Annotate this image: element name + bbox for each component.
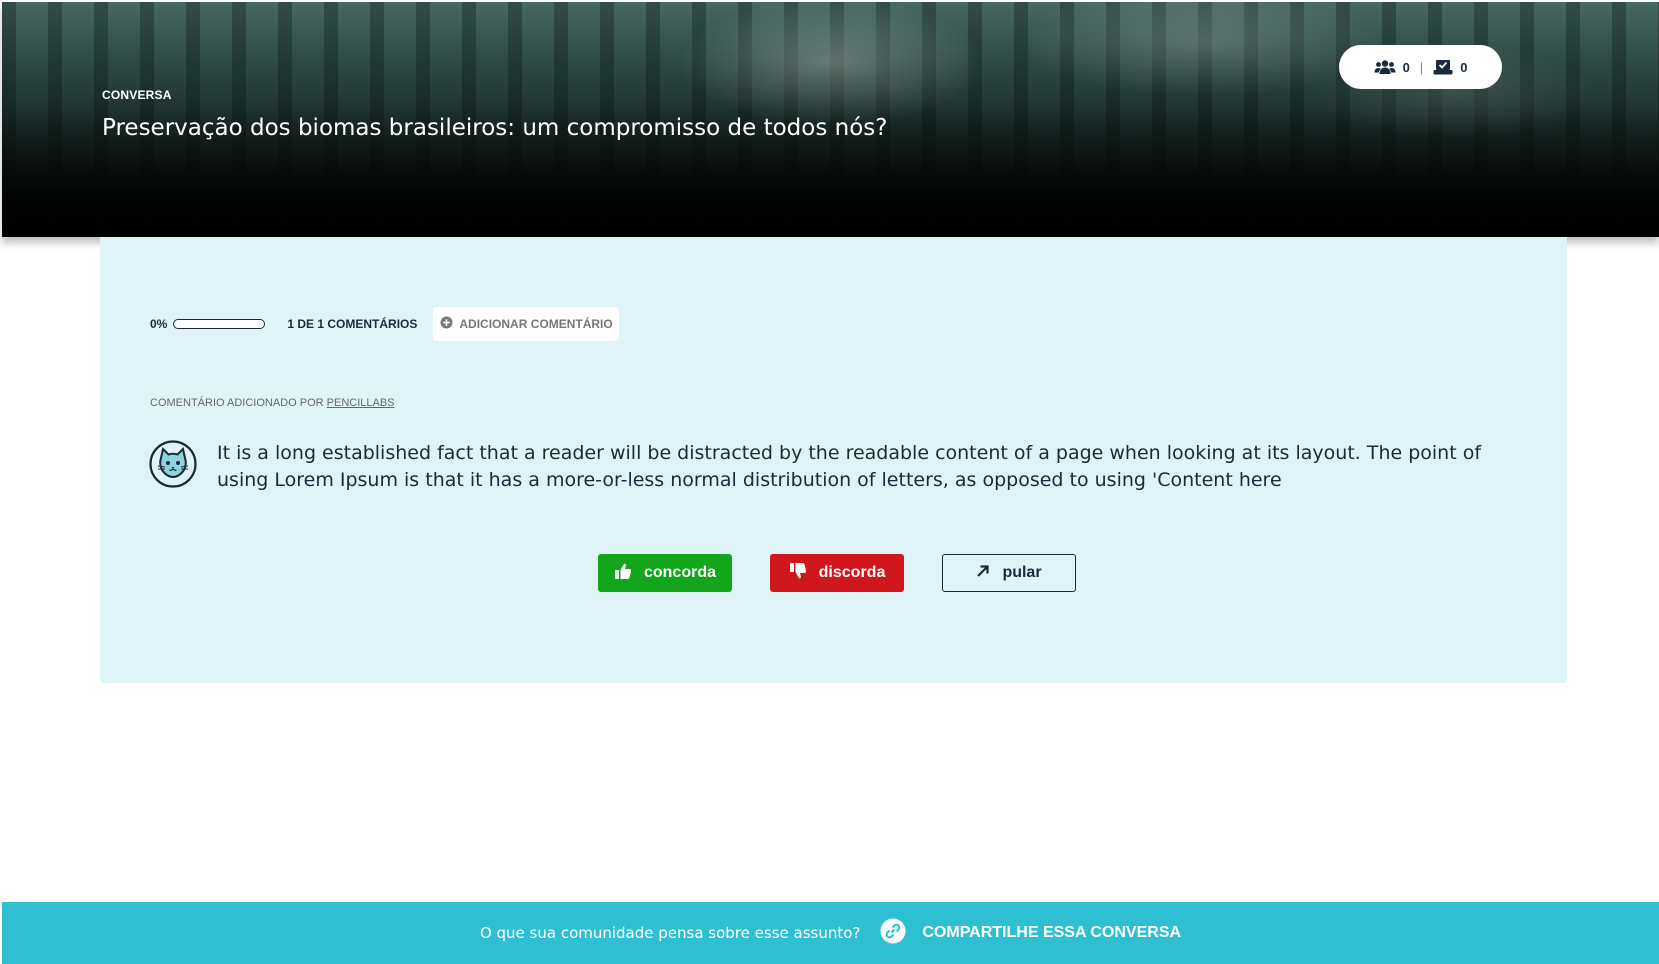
- share-footer: O que sua comunidade pensa sobre esse as…: [2, 902, 1659, 964]
- plus-circle-icon: [440, 316, 453, 332]
- participants-count: 0: [1402, 59, 1410, 75]
- author-prefix: COMENTÁRIO ADICIONADO POR: [150, 397, 324, 409]
- footer-question: O que sua comunidade pensa sobre esse as…: [479, 924, 861, 942]
- progress-percent: 0%: [150, 317, 168, 331]
- agree-button[interactable]: concorda: [598, 554, 732, 592]
- comment-count: 1 DE 1 COMENTÁRIOS: [287, 317, 418, 331]
- section-label: CONVERSA: [102, 88, 172, 102]
- progress-bar: [173, 319, 266, 329]
- comment-text: It is a long established fact that a rea…: [217, 442, 1482, 491]
- stats-pill: 0 | 0: [1339, 45, 1502, 89]
- conversation-header: CONVERSA Preservação dos biomas brasilei…: [2, 2, 1659, 237]
- progress-row: 0% 1 DE 1 COMENTÁRIOS ADICIONAR COMENTÁR…: [150, 307, 619, 341]
- vote-inbox-icon: [1433, 59, 1453, 75]
- stats-separator: |: [1419, 59, 1424, 75]
- thumbs-up-icon: [614, 562, 632, 585]
- votes-count: 0: [1460, 59, 1468, 75]
- arrow-up-right-icon: [976, 564, 990, 583]
- users-icon: [1374, 59, 1396, 75]
- add-comment-button[interactable]: ADICIONAR COMENTÁRIO: [433, 307, 619, 341]
- share-conversation-link[interactable]: COMPARTILHE ESSA CONVERSA: [880, 918, 1181, 948]
- skip-label: pular: [1002, 564, 1042, 581]
- participants-stat: 0: [1374, 59, 1410, 75]
- comment-author-line: COMENTÁRIO ADICIONADO POR PENCILLABS: [150, 397, 395, 409]
- cat-avatar-icon: [149, 440, 197, 488]
- comment-card: 0% 1 DE 1 COMENTÁRIOS ADICIONAR COMENTÁR…: [100, 237, 1567, 683]
- link-icon: [880, 918, 906, 948]
- agree-label: concorda: [643, 564, 716, 581]
- votes-stat: 0: [1433, 59, 1467, 75]
- disagree-label: discorda: [818, 564, 886, 581]
- skip-button[interactable]: pular: [942, 554, 1076, 592]
- author-link[interactable]: PENCILLABS: [327, 397, 395, 409]
- thumbs-down-icon: [789, 562, 807, 585]
- share-label: COMPARTILHE ESSA CONVERSA: [922, 924, 1182, 941]
- disagree-button[interactable]: discorda: [770, 554, 904, 592]
- conversation-title: Preservação dos biomas brasileiros: um c…: [102, 115, 888, 141]
- add-comment-label: ADICIONAR COMENTÁRIO: [459, 317, 613, 331]
